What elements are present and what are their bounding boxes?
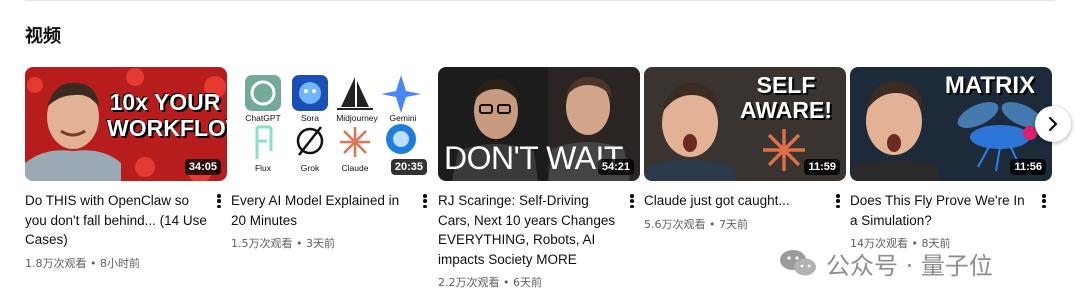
thumbnail-text: MATRIX — [944, 72, 1036, 99]
section-title: 视频 — [25, 26, 61, 47]
tool-label-gemini: Gemini — [389, 113, 417, 123]
tool-label-grok: Grok — [300, 163, 320, 173]
video-stats: 1.8万次观看 • 8小时前 — [25, 256, 140, 270]
wechat-icon — [780, 250, 816, 276]
video-thumbnail[interactable]: MATRIX 11:56 — [850, 67, 1052, 181]
more-options-icon[interactable] — [1038, 192, 1050, 210]
video-stats: 2.2万次观看 • 6天前 — [438, 276, 542, 289]
video-duration: 11:56 — [1010, 159, 1046, 175]
video-title[interactable]: Does This Fly Prove We're In a Simulatio… — [850, 191, 1034, 230]
watermark-text: 公众号 · 量子位 — [826, 251, 993, 280]
tool-label-midjourney: Midjourney — [336, 113, 378, 123]
video-stats: 5.6万次观看 • 7天前 — [644, 217, 748, 231]
video-card[interactable]: DON'T WAIT 54:21 RJ Scaringe: Self-Drivi… — [438, 67, 640, 290]
more-options-icon[interactable] — [832, 192, 844, 210]
video-duration: 34:05 — [184, 159, 221, 175]
video-card[interactable]: ChatGPT Sora Midjourney Gemini Flux Grok… — [231, 67, 433, 251]
more-options-icon[interactable] — [419, 192, 431, 210]
watermark: 公众号 · 量子位 — [778, 246, 993, 280]
video-thumbnail[interactable]: DON'T WAIT 54:21 — [438, 67, 640, 181]
video-card[interactable]: SELF AWARE! 11:59 Claude just got caught… — [644, 67, 846, 232]
video-title[interactable]: Claude just got caught... — [644, 191, 828, 211]
video-title[interactable]: Every AI Model Explained in 20 Minutes — [231, 191, 415, 230]
video-thumbnail[interactable]: ChatGPT Sora Midjourney Gemini Flux Grok… — [231, 67, 433, 181]
next-button[interactable] — [1035, 106, 1071, 142]
thumbnail-text: SELF AWARE! — [740, 72, 832, 123]
video-duration: 11:59 — [804, 159, 840, 175]
video-title[interactable]: RJ Scaringe: Self-Driving Cars, Next 10 … — [438, 191, 622, 269]
thumbnail-text: DON'T WAIT — [444, 140, 623, 176]
video-card[interactable]: 10x YOUR WORKFLOW 34:05 Do THIS with Ope… — [25, 67, 227, 271]
chevron-right-icon — [1048, 116, 1058, 132]
video-thumbnail[interactable]: SELF AWARE! 11:59 — [644, 67, 846, 181]
tool-label-flux: Flux — [254, 163, 272, 173]
video-title[interactable]: Do THIS with OpenClaw so you don't fall … — [25, 191, 209, 250]
tool-label-chatgpt: ChatGPT — [245, 113, 281, 123]
tool-label-claude: Claude — [341, 163, 369, 173]
top-divider — [25, 0, 1055, 1]
video-duration: 54:21 — [597, 159, 634, 175]
more-options-icon[interactable] — [626, 192, 638, 210]
video-duration: 20:35 — [390, 159, 427, 175]
more-options-icon[interactable] — [213, 192, 225, 210]
thumbnail-text: 10x YOUR WORKFLOW — [107, 89, 227, 141]
video-stats: 1.5万次观看 • 3天前 — [231, 237, 335, 250]
video-card[interactable]: MATRIX 11:56 Does This Fly Prove We're I… — [850, 67, 1052, 251]
tool-label-sora: Sora — [301, 113, 319, 123]
video-thumbnail[interactable]: 10x YOUR WORKFLOW 34:05 — [25, 67, 227, 181]
